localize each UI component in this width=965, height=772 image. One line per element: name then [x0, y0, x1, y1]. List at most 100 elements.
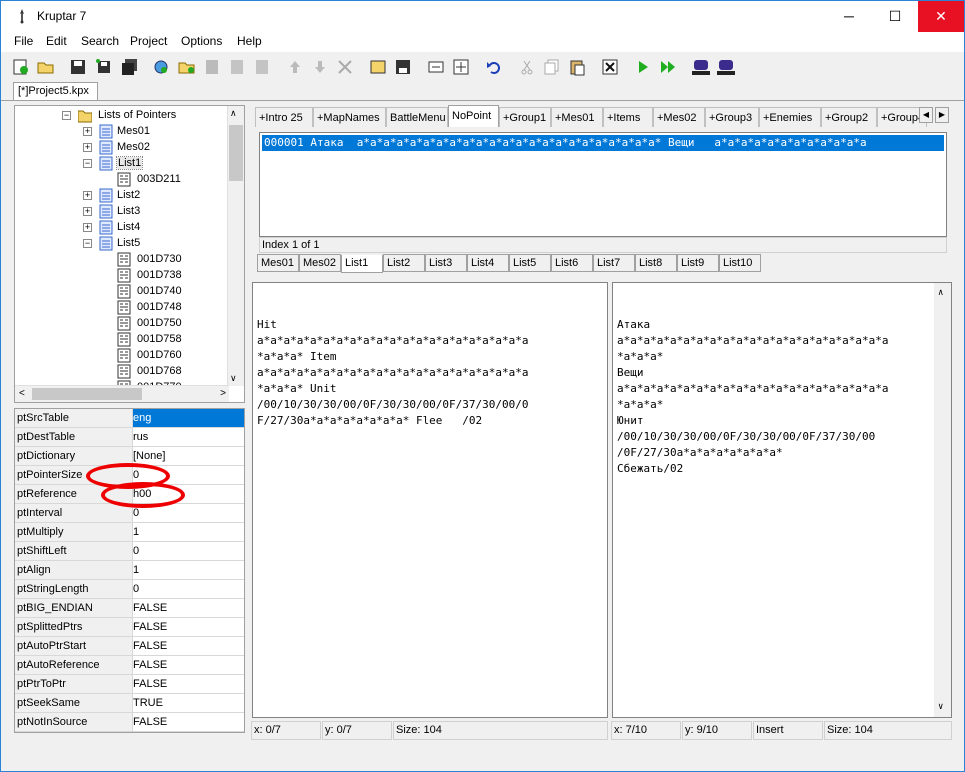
group-tab[interactable]: +MapNames [313, 107, 386, 127]
property-value[interactable]: FALSE [132, 675, 244, 693]
property-value[interactable]: eng [132, 409, 244, 427]
list-tab[interactable]: List5 [509, 254, 551, 272]
expand-toggle[interactable]: − [83, 239, 92, 248]
add-folder-icon[interactable] [176, 56, 198, 78]
input-plugin-icon[interactable] [690, 56, 712, 78]
properties-grid[interactable]: ptSrcTable eng ptDestTable rus ptDictionary [… [14, 408, 245, 733]
group-tab[interactable]: +Group3 [705, 107, 759, 127]
menu-edit[interactable]: Edit [46, 34, 67, 48]
property-row[interactable]: ptDestTable rus [15, 428, 244, 447]
dest-scrollbar[interactable]: ∧ ∨ [934, 283, 951, 717]
property-row[interactable]: ptShiftLeft 0 [15, 542, 244, 561]
project-tree[interactable]: − Lists of Pointers + Mes01 + Mes02 − List1 00… [14, 105, 245, 403]
dest-text-editor[interactable]: Атака a*a*a*a*a*a*a*a*a*a*a*a*a*a*a*a*a*… [612, 282, 952, 718]
tab-scroll-right-icon[interactable]: ▶ [935, 107, 949, 123]
list-tab[interactable]: List9 [677, 254, 719, 272]
new-project-icon[interactable] [10, 56, 32, 78]
expand-toggle[interactable]: + [83, 143, 92, 152]
move-up-icon[interactable] [284, 56, 306, 78]
group-tab[interactable]: NoPoint [448, 105, 499, 127]
group-tab[interactable]: +Intro 25 [255, 107, 313, 127]
import-icon[interactable] [425, 56, 447, 78]
save-icon[interactable] [67, 56, 89, 78]
hscroll-thumb[interactable] [32, 388, 142, 400]
group-tab[interactable]: +Enemies [759, 107, 821, 127]
document-tab[interactable]: [*]Project5.kpx [13, 82, 98, 101]
tree-horizontal-scrollbar[interactable]: < > [15, 385, 229, 402]
save-all-icon[interactable] [93, 56, 115, 78]
undo-icon[interactable] [483, 56, 505, 78]
expand-toggle[interactable]: + [83, 207, 92, 216]
property-row[interactable]: ptStringLength 0 [15, 580, 244, 599]
list-tab[interactable]: Mes02 [299, 254, 341, 272]
expand-toggle[interactable]: + [83, 191, 92, 200]
save-copy-icon[interactable] [119, 56, 141, 78]
group-tab[interactable]: +Group2 [821, 107, 877, 127]
open-folder-icon[interactable] [35, 56, 57, 78]
property-row[interactable]: ptBIG_ENDIAN FALSE [15, 599, 244, 618]
disabled-edit-icon[interactable] [251, 56, 273, 78]
property-row[interactable]: ptAutoPtrStart FALSE [15, 637, 244, 656]
scroll-up-icon[interactable]: ∧ [230, 108, 237, 119]
resize-grip[interactable] [251, 747, 963, 765]
property-row[interactable]: ptSplittedPtrs FALSE [15, 618, 244, 637]
property-row[interactable]: ptAutoReference FALSE [15, 656, 244, 675]
menu-project[interactable]: Project [130, 34, 167, 48]
maximize-button[interactable]: ☐ [872, 1, 918, 32]
menu-file[interactable]: File [14, 34, 33, 48]
scroll-down-icon[interactable]: ∨ [938, 699, 943, 715]
expand-toggle[interactable]: − [83, 159, 92, 168]
list-tab[interactable]: List3 [425, 254, 467, 272]
property-value[interactable]: 1 [132, 523, 244, 541]
search-globe-icon[interactable] [150, 56, 172, 78]
tree-vertical-scrollbar[interactable]: ∧ ∨ [227, 106, 244, 386]
expand-toggle[interactable]: + [83, 127, 92, 136]
property-value[interactable]: rus [132, 428, 244, 446]
property-value[interactable]: 1 [132, 561, 244, 579]
property-value[interactable]: TRUE [132, 694, 244, 712]
property-row[interactable]: ptAlign 1 [15, 561, 244, 580]
property-row[interactable]: ptMultiply 1 [15, 523, 244, 542]
property-row[interactable]: ptNotInSource FALSE [15, 713, 244, 732]
group-tab[interactable]: +Mes02 [653, 107, 705, 127]
collapse-toggle[interactable]: − [62, 111, 71, 120]
tab-scroll-left-icon[interactable]: ◀ [919, 107, 933, 123]
expand-toggle[interactable]: + [83, 223, 92, 232]
minimize-button[interactable]: ─ [826, 1, 872, 32]
list-tab[interactable]: List4 [467, 254, 509, 272]
property-value[interactable]: FALSE [132, 599, 244, 617]
property-value[interactable]: FALSE [132, 713, 244, 731]
scroll-right-icon[interactable]: > [220, 388, 226, 399]
scroll-left-icon[interactable]: < [19, 388, 25, 399]
save-file-icon[interactable] [392, 56, 414, 78]
property-row[interactable]: ptSeekSame TRUE [15, 694, 244, 713]
source-text-editor[interactable]: Hit a*a*a*a*a*a*a*a*a*a*a*a*a*a*a*a*a*a*… [252, 282, 608, 718]
menu-search[interactable]: Search [81, 34, 119, 48]
list-tab[interactable]: List10 [719, 254, 761, 272]
group-tab[interactable]: BattleMenu [386, 107, 448, 127]
disabled-copy-icon[interactable] [226, 56, 248, 78]
scroll-down-icon[interactable]: ∨ [230, 373, 237, 384]
open-file-icon[interactable] [367, 56, 389, 78]
scroll-up-icon[interactable]: ∧ [938, 285, 943, 301]
copy-icon[interactable] [541, 56, 563, 78]
paste-icon[interactable] [566, 56, 588, 78]
list-tab[interactable]: List2 [383, 254, 425, 272]
clear-icon[interactable] [599, 56, 621, 78]
list-tab[interactable]: Mes01 [257, 254, 299, 272]
output-plugin-icon[interactable] [715, 56, 737, 78]
run-all-icon[interactable] [657, 56, 679, 78]
group-tab[interactable]: +Items [603, 107, 653, 127]
menu-help[interactable]: Help [237, 34, 262, 48]
property-value[interactable]: 0 [132, 542, 244, 560]
list-tab[interactable]: List1 [341, 255, 383, 273]
group-tab[interactable]: +Group1 [499, 107, 551, 127]
cut-icon[interactable] [516, 56, 538, 78]
group-tab[interactable]: +Mes01 [551, 107, 603, 127]
move-down-icon[interactable] [309, 56, 331, 78]
property-row[interactable]: ptSrcTable eng [15, 409, 244, 428]
property-value[interactable]: FALSE [132, 656, 244, 674]
property-value[interactable]: 0 [132, 580, 244, 598]
list-tab[interactable]: List6 [551, 254, 593, 272]
export-icon[interactable] [450, 56, 472, 78]
